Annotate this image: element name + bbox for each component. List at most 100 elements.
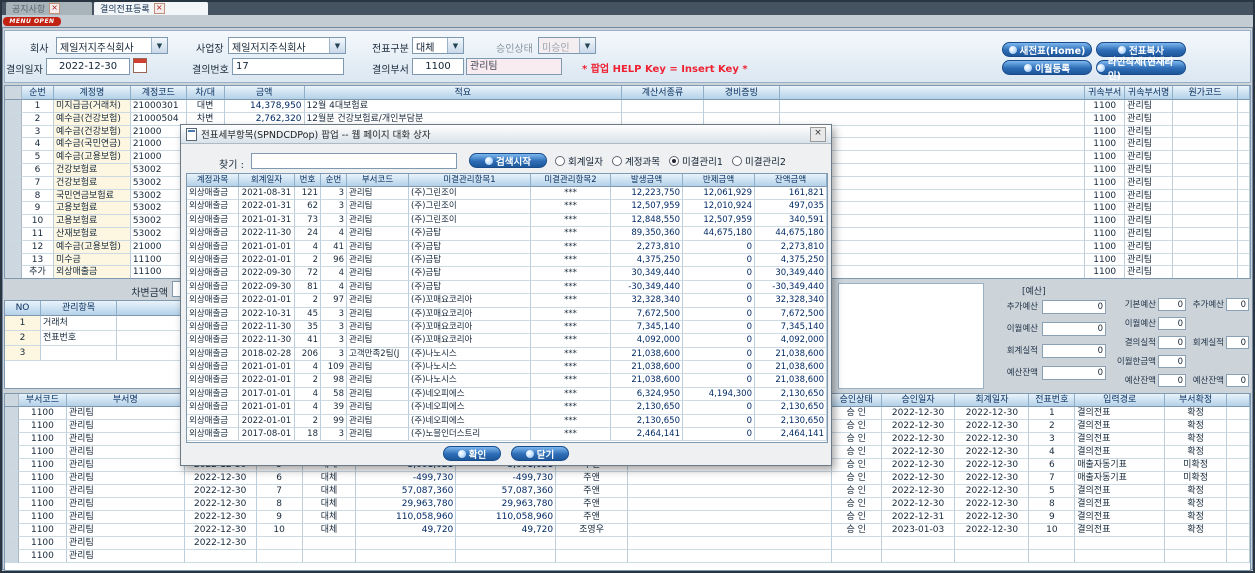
- voucher-cell[interactable]: [5, 100, 22, 113]
- openitem-cell[interactable]: 32,328,340: [611, 294, 683, 308]
- menu-open-button[interactable]: MENU OPEN: [3, 17, 61, 26]
- voucher-cell[interactable]: 21000301: [130, 100, 187, 113]
- dept-cell[interactable]: 확정: [1165, 511, 1228, 524]
- openitem-cell[interactable]: 7,672,500: [755, 307, 827, 321]
- dept-cell[interactable]: 2022-12-30: [881, 446, 956, 459]
- voucher-cell[interactable]: [1173, 163, 1238, 177]
- dept-cell[interactable]: 주앤: [556, 472, 629, 485]
- dept-cell[interactable]: [1029, 537, 1076, 550]
- voucher-cell[interactable]: 관리팀: [1125, 253, 1174, 267]
- voucher-cell[interactable]: 1100: [1085, 189, 1126, 203]
- dept-cell[interactable]: 2022-12-30: [955, 459, 1030, 472]
- voucher-cell[interactable]: 1100: [1085, 266, 1126, 278]
- dept-cell[interactable]: [302, 550, 357, 563]
- company-select[interactable]: 제일저지주식회사 ▼: [56, 37, 168, 54]
- radio-미결관리2[interactable]: 미결관리2: [731, 154, 786, 168]
- openitem-cell[interactable]: 외상매출금: [187, 334, 239, 348]
- dept-cell[interactable]: 3: [1029, 433, 1076, 446]
- resolution-date-input[interactable]: [46, 58, 130, 75]
- delete-line-button[interactable]: 라인삭제(현재라인): [1096, 57, 1186, 82]
- openitem-cell[interactable]: ***: [531, 187, 611, 201]
- voucher-cell[interactable]: 관리팀: [1125, 100, 1174, 113]
- dept-cell[interactable]: [184, 550, 257, 563]
- openitem-cell[interactable]: 외상매출금: [187, 401, 239, 415]
- openitem-cell[interactable]: 3: [321, 428, 347, 442]
- dept-cell[interactable]: 2022-12-30: [184, 537, 257, 550]
- openitem-cell[interactable]: 0: [683, 253, 755, 268]
- voucher-cell[interactable]: [5, 189, 22, 203]
- openitem-cell[interactable]: 2,130,650: [611, 414, 683, 429]
- openitem-cell[interactable]: 0: [683, 240, 755, 254]
- dept-cell[interactable]: [628, 498, 832, 511]
- dept-cell[interactable]: [456, 537, 557, 550]
- budget-b-2-1-input[interactable]: [1226, 336, 1249, 349]
- voucher-cell[interactable]: 13: [21, 253, 54, 267]
- voucher-row[interactable]: 1 미지급금(거래처) 21000301 대변 14,378,950 12월 4대보험료 1…: [5, 100, 1250, 113]
- voucher-cell[interactable]: 10: [21, 215, 54, 228]
- openitem-cell[interactable]: 관리팀: [347, 428, 409, 442]
- voucher-cell[interactable]: 53002: [130, 202, 187, 216]
- openitem-cell[interactable]: ***: [531, 374, 611, 388]
- approval-select[interactable]: 미승인 ▼: [538, 37, 596, 54]
- voucher-cell[interactable]: [622, 100, 704, 113]
- radio-icon[interactable]: [668, 156, 679, 166]
- openitem-cell[interactable]: 2017-08-01: [239, 428, 295, 442]
- budget-b-1-0-input[interactable]: [1158, 317, 1186, 330]
- dept-cell[interactable]: 1100: [18, 407, 67, 420]
- chevron-down-icon[interactable]: ▼: [579, 38, 595, 53]
- openitem-row[interactable]: 외상매출금 2021-01-01 4 109 관리팀 (주)나노시스 *** 21,038,6…: [187, 361, 827, 375]
- voucher-cell[interactable]: [1173, 253, 1238, 267]
- dept-cell[interactable]: 확정: [1165, 407, 1228, 420]
- dept-cell[interactable]: [5, 498, 19, 511]
- openitem-cell[interactable]: 21,038,600: [755, 347, 827, 362]
- openitem-cell[interactable]: 관리팀: [347, 267, 409, 281]
- voucher-cell[interactable]: [1173, 138, 1238, 152]
- dept-cell[interactable]: [5, 511, 19, 524]
- openitem-cell[interactable]: 0: [683, 307, 755, 321]
- openitem-cell[interactable]: ***: [531, 200, 611, 214]
- voucher-cell[interactable]: 1100: [1085, 163, 1126, 177]
- openitem-row[interactable]: 외상매출금 2022-09-30 72 4 관리팀 (주)금탑 *** 30,349,440 0…: [187, 267, 827, 281]
- dept-cell[interactable]: 1100: [18, 537, 67, 550]
- voucher-cell[interactable]: 53002: [130, 176, 187, 190]
- openitem-cell[interactable]: 73: [295, 213, 321, 228]
- voucher-cell[interactable]: [1237, 163, 1250, 177]
- dept-cell[interactable]: 확정: [1165, 498, 1228, 511]
- dept-row[interactable]: 1100 관리팀 2022-12-30 6 대체 -499,730 -499,730 주앤 승 …: [5, 472, 1250, 485]
- dept-cell[interactable]: 확정: [1165, 524, 1228, 537]
- openitem-cell[interactable]: 99: [321, 414, 347, 429]
- voucher-cell[interactable]: 12월 4대보험료: [304, 100, 622, 113]
- confirm-button[interactable]: 확인: [443, 446, 501, 461]
- dept-cell[interactable]: 6: [256, 472, 303, 485]
- voucher-cell[interactable]: 6: [21, 163, 54, 177]
- dept-cell[interactable]: 미확정: [1165, 459, 1228, 472]
- openitem-cell[interactable]: (주)꼬매요코리아: [409, 334, 531, 348]
- new-voucher-button[interactable]: 새전표(Home): [1002, 42, 1092, 57]
- dept-row[interactable]: 1100 관리팀 2022-12-30 10 대체 49,720 49,720 조영우 승 인2…: [5, 524, 1250, 537]
- voucher-cell[interactable]: [5, 112, 22, 126]
- dept-row[interactable]: 1100 관리팀 2022-12-30 8 대체 29,963,780 29,963,780…: [5, 498, 1250, 511]
- openitem-cell[interactable]: 외상매출금: [187, 428, 239, 442]
- openitem-cell[interactable]: 2,464,141: [611, 428, 683, 442]
- mgmt-cell[interactable]: 거래처: [41, 316, 117, 331]
- voucher-cell[interactable]: 21000504: [130, 112, 187, 126]
- openitem-cell[interactable]: ***: [531, 280, 611, 295]
- openitem-cell[interactable]: (주)꼬매요코리아: [409, 307, 531, 321]
- openitem-cell[interactable]: 관리팀: [347, 240, 409, 254]
- dept-cell[interactable]: 주앤: [556, 485, 629, 498]
- dept-cell[interactable]: 조영우: [556, 524, 629, 537]
- dept-cell[interactable]: 2022-12-30: [955, 420, 1030, 433]
- voucher-cell[interactable]: 건강보험료: [53, 163, 131, 177]
- budget-b-0-1-input[interactable]: [1226, 298, 1249, 311]
- dept-cell[interactable]: 2022-12-30: [881, 485, 956, 498]
- openitem-cell[interactable]: 외상매출금: [187, 227, 239, 241]
- dept-cell[interactable]: [955, 550, 1030, 563]
- openitem-cell[interactable]: 3: [321, 187, 347, 201]
- openitem-cell[interactable]: 24: [295, 227, 321, 241]
- openitem-cell[interactable]: 2018-02-28: [239, 347, 295, 362]
- openitem-cell[interactable]: (주)나노시스: [409, 361, 531, 375]
- dept-cell[interactable]: 2022-12-30: [955, 472, 1030, 485]
- budget-b-2-0-input[interactable]: [1158, 336, 1186, 349]
- voucher-cell[interactable]: [1173, 189, 1238, 203]
- chevron-down-icon[interactable]: ▼: [329, 38, 345, 53]
